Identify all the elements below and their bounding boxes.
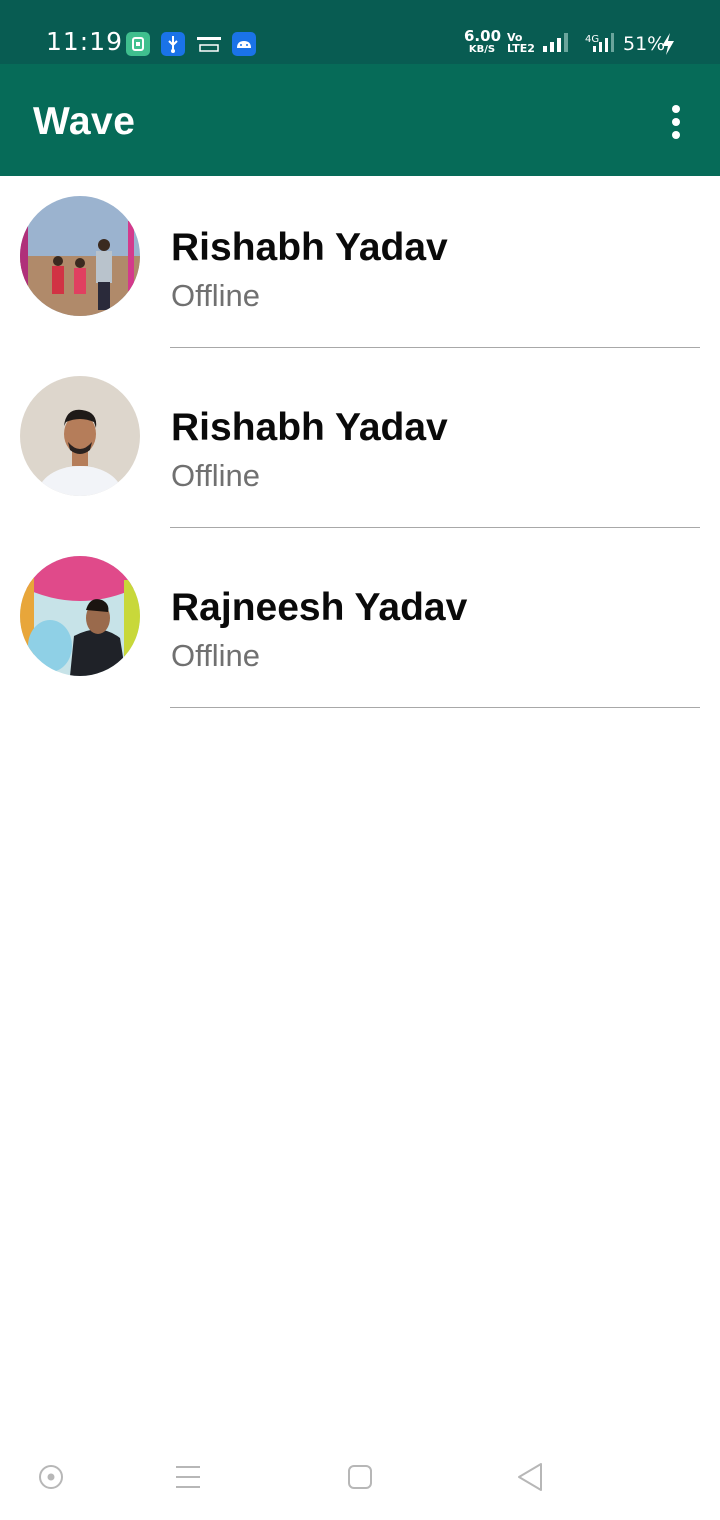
contact-status: Offline xyxy=(171,278,261,313)
more-vert-icon[interactable] xyxy=(656,96,696,148)
contact-name: Rishabh Yadav xyxy=(171,406,448,449)
contact-name: Rajneesh Yadav xyxy=(171,586,468,629)
app-title: Wave xyxy=(33,100,136,143)
menu-lines-icon[interactable] xyxy=(175,1464,201,1495)
status-bar: 11:19 6.00 KB/S Vo LTE2 4G 51% xyxy=(0,0,720,64)
list-item[interactable]: Rishabh Yadav Offline xyxy=(0,176,720,356)
volte-bottom: LTE2 xyxy=(507,42,535,55)
divider xyxy=(170,527,700,528)
volte-indicator: Vo LTE2 xyxy=(507,32,535,54)
divider xyxy=(170,347,700,348)
list-item[interactable]: Rajneesh Yadav Offline xyxy=(0,536,720,716)
usb-icon xyxy=(161,32,185,56)
assistant-circle-icon[interactable] xyxy=(38,1464,64,1495)
network-speed-unit: KB/S xyxy=(468,44,496,55)
signal-4g-icon: 4G xyxy=(579,32,619,59)
charging-bolt-icon xyxy=(660,32,676,61)
home-square-icon[interactable] xyxy=(347,1464,373,1495)
navigation-bar xyxy=(0,1440,720,1520)
avatar[interactable] xyxy=(20,196,140,316)
avatar[interactable] xyxy=(20,376,140,496)
avatar[interactable] xyxy=(20,556,140,676)
network-type: 4G xyxy=(585,34,599,45)
signal-strength-icon xyxy=(541,32,569,59)
back-triangle-icon[interactable] xyxy=(516,1462,544,1497)
status-time: 11:19 xyxy=(46,27,124,56)
battery-percent: 51% xyxy=(623,33,666,55)
contact-status: Offline xyxy=(171,458,261,493)
list-item[interactable]: Rishabh Yadav Offline xyxy=(0,356,720,536)
divider xyxy=(170,707,700,708)
network-speed: 6.00 KB/S xyxy=(464,29,501,56)
contact-name: Rishabh Yadav xyxy=(171,226,448,269)
app-bar: Wave xyxy=(0,64,720,176)
app-icon xyxy=(126,32,150,56)
amazon-icon xyxy=(196,32,222,56)
contact-status: Offline xyxy=(171,638,261,673)
android-icon xyxy=(232,32,256,56)
